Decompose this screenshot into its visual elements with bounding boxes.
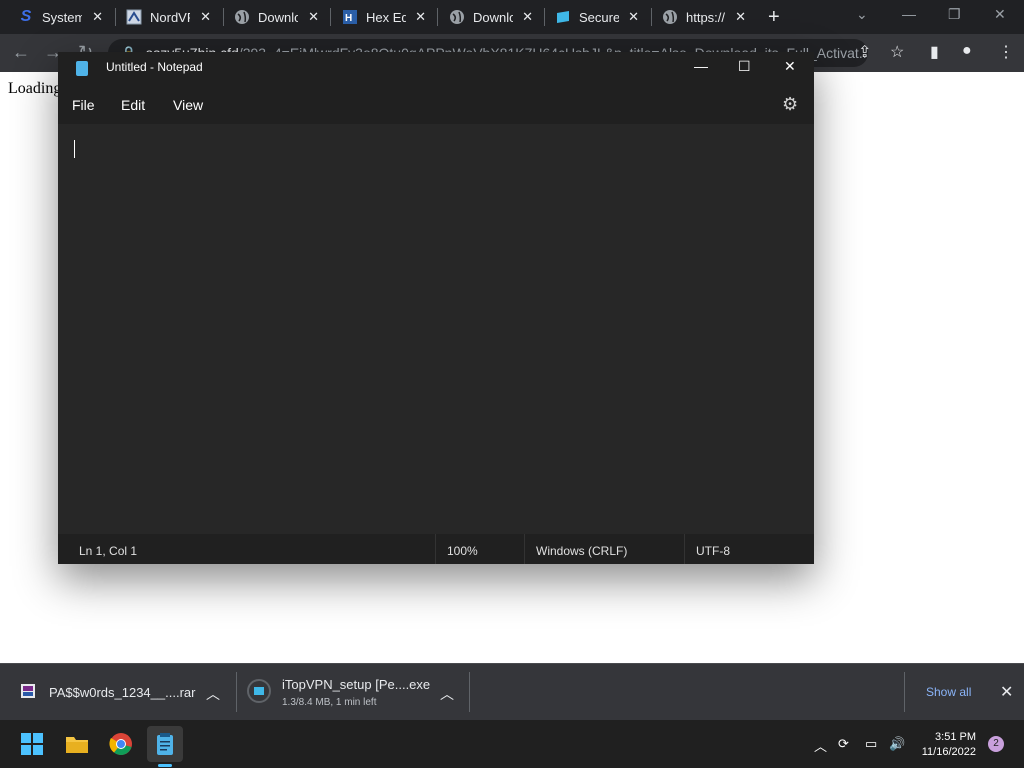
page-loading-text: Loading bbox=[8, 80, 62, 97]
clock-time: 3:51 PM bbox=[935, 731, 976, 743]
menu-file[interactable]: File bbox=[72, 97, 95, 113]
system-clock[interactable]: 3:51 PM 11/16/2022 bbox=[918, 730, 976, 760]
tab-nordvpn[interactable]: NordVPN ✕ bbox=[108, 0, 223, 34]
minimize-icon[interactable]: — bbox=[902, 6, 916, 22]
download-progress-text: 1.3/8.4 MB, 1 min left bbox=[282, 697, 377, 708]
close-icon[interactable]: ✕ bbox=[415, 9, 426, 25]
menu-kebab-icon[interactable]: ⋮ bbox=[998, 42, 1014, 62]
tab-title: Hex Edit bbox=[366, 9, 406, 25]
notepad-taskbar-button[interactable] bbox=[147, 726, 183, 762]
close-icon[interactable]: ✕ bbox=[200, 9, 211, 25]
tab-secure[interactable]: Secure ✕ bbox=[537, 0, 651, 34]
gear-icon[interactable]: ⚙ bbox=[782, 94, 798, 115]
menu-view[interactable]: View bbox=[173, 97, 203, 113]
tab-title: System bbox=[42, 9, 82, 25]
tab-title: Secure bbox=[579, 9, 619, 25]
notepad-icon bbox=[157, 733, 173, 755]
text-caret bbox=[74, 140, 75, 158]
svg-text:H: H bbox=[345, 13, 352, 24]
notepad-menubar: File Edit View ⚙ bbox=[58, 84, 814, 124]
encoding: UTF-8 bbox=[696, 544, 730, 558]
tab-https[interactable]: https:// ✕ bbox=[644, 0, 758, 34]
notepad-titlebar[interactable]: Untitled - Notepad — ☐ ✕ bbox=[58, 52, 814, 84]
close-icon[interactable]: ✕ bbox=[784, 58, 796, 75]
volume-icon[interactable]: 🔊 bbox=[889, 736, 905, 752]
bookmark-star-icon[interactable]: ☆ bbox=[890, 42, 904, 62]
winrar-file-icon bbox=[20, 683, 36, 704]
notepad-app-icon bbox=[76, 61, 88, 76]
cursor-position: Ln 1, Col 1 bbox=[79, 544, 138, 558]
download-shelf: PA$$w0rds_1234__....rar ︿ iTopVPN_setup … bbox=[0, 663, 1024, 721]
tab-download-2[interactable]: Downloa ✕ bbox=[431, 0, 545, 34]
s-logo-icon: S bbox=[20, 8, 32, 25]
clock-date: 11/16/2022 bbox=[921, 746, 976, 758]
close-icon[interactable]: ✕ bbox=[308, 9, 319, 25]
side-panel-icon[interactable]: ▮ bbox=[930, 42, 939, 62]
notepad-window: Untitled - Notepad — ☐ ✕ File Edit View … bbox=[58, 52, 814, 564]
tab-title: https:// bbox=[686, 9, 726, 25]
restore-icon[interactable]: ❐ bbox=[948, 6, 961, 23]
tab-search-chevron-icon[interactable]: ⌄ bbox=[856, 6, 868, 23]
close-icon[interactable]: ✕ bbox=[628, 9, 639, 25]
tab-title: NordVPN bbox=[150, 9, 190, 25]
status-divider bbox=[524, 534, 525, 564]
secure-page-icon bbox=[555, 9, 571, 25]
file-explorer-button[interactable] bbox=[59, 726, 95, 762]
profile-icon[interactable]: ● bbox=[962, 42, 972, 60]
chrome-button[interactable] bbox=[103, 726, 139, 762]
download-divider bbox=[904, 672, 905, 712]
back-icon[interactable]: ← bbox=[12, 42, 30, 63]
chevron-up-icon[interactable]: ︿ bbox=[206, 684, 220, 704]
close-icon[interactable]: ✕ bbox=[735, 9, 746, 25]
zoom-level: 100% bbox=[447, 544, 478, 558]
globe-icon bbox=[662, 9, 678, 25]
close-window-icon[interactable]: ✕ bbox=[994, 6, 1006, 23]
menu-edit[interactable]: Edit bbox=[121, 97, 145, 113]
status-divider bbox=[684, 534, 685, 564]
close-icon[interactable]: ✕ bbox=[1000, 682, 1013, 702]
folder-icon bbox=[66, 737, 88, 753]
notification-badge[interactable]: 2 bbox=[988, 736, 1004, 752]
tab-hex-editor[interactable]: H Hex Edit ✕ bbox=[324, 0, 438, 34]
chevron-up-icon[interactable]: ︿ bbox=[440, 684, 454, 704]
tab-download-1[interactable]: Downloa ✕ bbox=[216, 0, 331, 34]
tab-title: Downloa bbox=[258, 9, 298, 25]
show-all-downloads-button[interactable]: Show all bbox=[926, 685, 971, 699]
windows-logo-icon bbox=[21, 733, 43, 755]
download-item-exe[interactable]: iTopVPN_setup [Pe....exe 1.3/8.4 MB, 1 m… bbox=[237, 664, 469, 721]
download-divider bbox=[469, 672, 470, 712]
chrome-icon bbox=[109, 733, 132, 755]
new-tab-icon[interactable]: + bbox=[768, 6, 780, 29]
minimize-icon[interactable]: — bbox=[694, 58, 708, 74]
taskbar: ︿ ⟳ ▭ 🔊 3:51 PM 11/16/2022 2 bbox=[0, 720, 1024, 768]
window-title: Untitled - Notepad bbox=[106, 60, 203, 74]
notepad-statusbar: Ln 1, Col 1 100% Windows (CRLF) UTF-8 bbox=[58, 534, 814, 564]
active-indicator bbox=[158, 764, 172, 767]
close-icon[interactable]: ✕ bbox=[92, 9, 103, 25]
download-item-rar[interactable]: PA$$w0rds_1234__....rar ︿ bbox=[0, 664, 236, 721]
sync-icon[interactable]: ⟳ bbox=[838, 736, 849, 752]
share-icon[interactable]: ⇪ bbox=[858, 42, 871, 62]
tab-system[interactable]: S System ✕ bbox=[0, 0, 115, 34]
chevron-up-icon[interactable]: ︿ bbox=[814, 736, 827, 755]
globe-icon bbox=[449, 9, 465, 25]
line-ending: Windows (CRLF) bbox=[536, 544, 628, 558]
hex-editor-icon: H bbox=[342, 9, 358, 25]
tab-title: Downloa bbox=[473, 9, 513, 25]
network-icon[interactable]: ▭ bbox=[865, 736, 877, 752]
nordvpn-icon bbox=[126, 9, 142, 25]
download-progress-icon bbox=[247, 679, 271, 703]
start-button[interactable] bbox=[14, 726, 50, 762]
close-icon[interactable]: ✕ bbox=[522, 9, 533, 25]
download-filename: PA$$w0rds_1234__....rar bbox=[49, 685, 196, 700]
download-filename: iTopVPN_setup [Pe....exe bbox=[282, 677, 431, 692]
maximize-icon[interactable]: ☐ bbox=[738, 58, 751, 75]
browser-tab-strip: S System ✕ NordVPN ✕ Downloa ✕ H Hex Edi… bbox=[0, 0, 1024, 34]
text-editor-area[interactable] bbox=[58, 124, 814, 534]
globe-icon bbox=[234, 9, 250, 25]
status-divider bbox=[435, 534, 436, 564]
